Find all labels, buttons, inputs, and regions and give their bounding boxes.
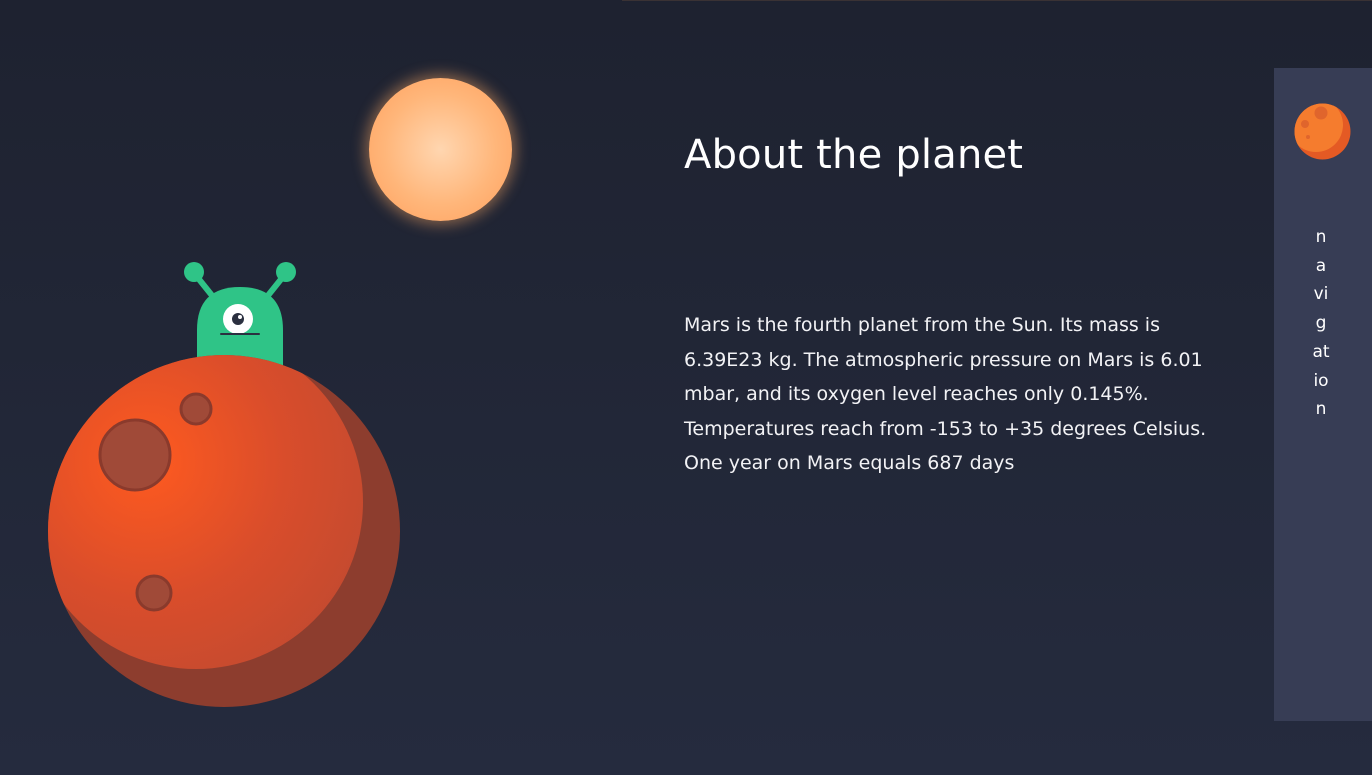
top-divider	[622, 0, 1372, 1]
planet-description: Mars is the fourth planet from the Sun. …	[684, 314, 1207, 474]
page-title: About the planet	[684, 132, 1024, 178]
mars-scene	[0, 240, 420, 720]
mars-logo-icon[interactable]	[1294, 103, 1351, 160]
sun-icon	[369, 78, 512, 221]
mars-illustration	[48, 262, 400, 707]
navigation-label[interactable]: navigation	[1311, 223, 1331, 424]
planet-mars-icon	[48, 355, 400, 707]
navigation-panel: navigation	[1274, 68, 1372, 721]
